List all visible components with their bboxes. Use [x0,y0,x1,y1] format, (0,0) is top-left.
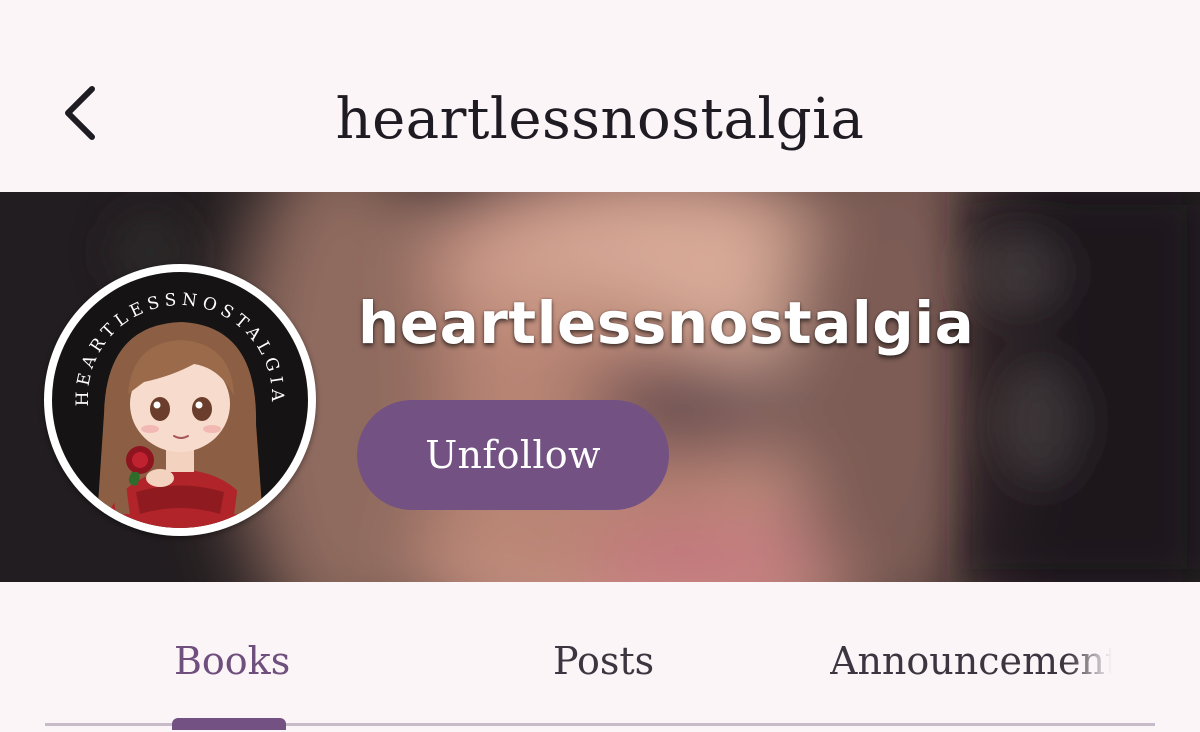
unfollow-button[interactable]: Unfollow [357,400,669,510]
profile-banner: HEARTLESSNOSTALGIA heartlessnostalgia Un… [0,192,1200,582]
active-tab-indicator [172,718,286,730]
tab-posts[interactable]: Posts [553,636,654,686]
profile-avatar[interactable]: HEARTLESSNOSTALGIA [44,264,316,536]
avatar-illustration: HEARTLESSNOSTALGIA [48,268,312,532]
profile-tabs: Books Posts Announcements [0,582,1200,732]
tab-announcements[interactable]: Announcements [830,636,1112,686]
top-bar: heartlessnostalgia [0,0,1200,192]
profile-display-name: heartlessnostalgia [358,289,975,357]
page-title: heartlessnostalgia [335,87,865,152]
tab-books[interactable]: Books [174,636,290,686]
